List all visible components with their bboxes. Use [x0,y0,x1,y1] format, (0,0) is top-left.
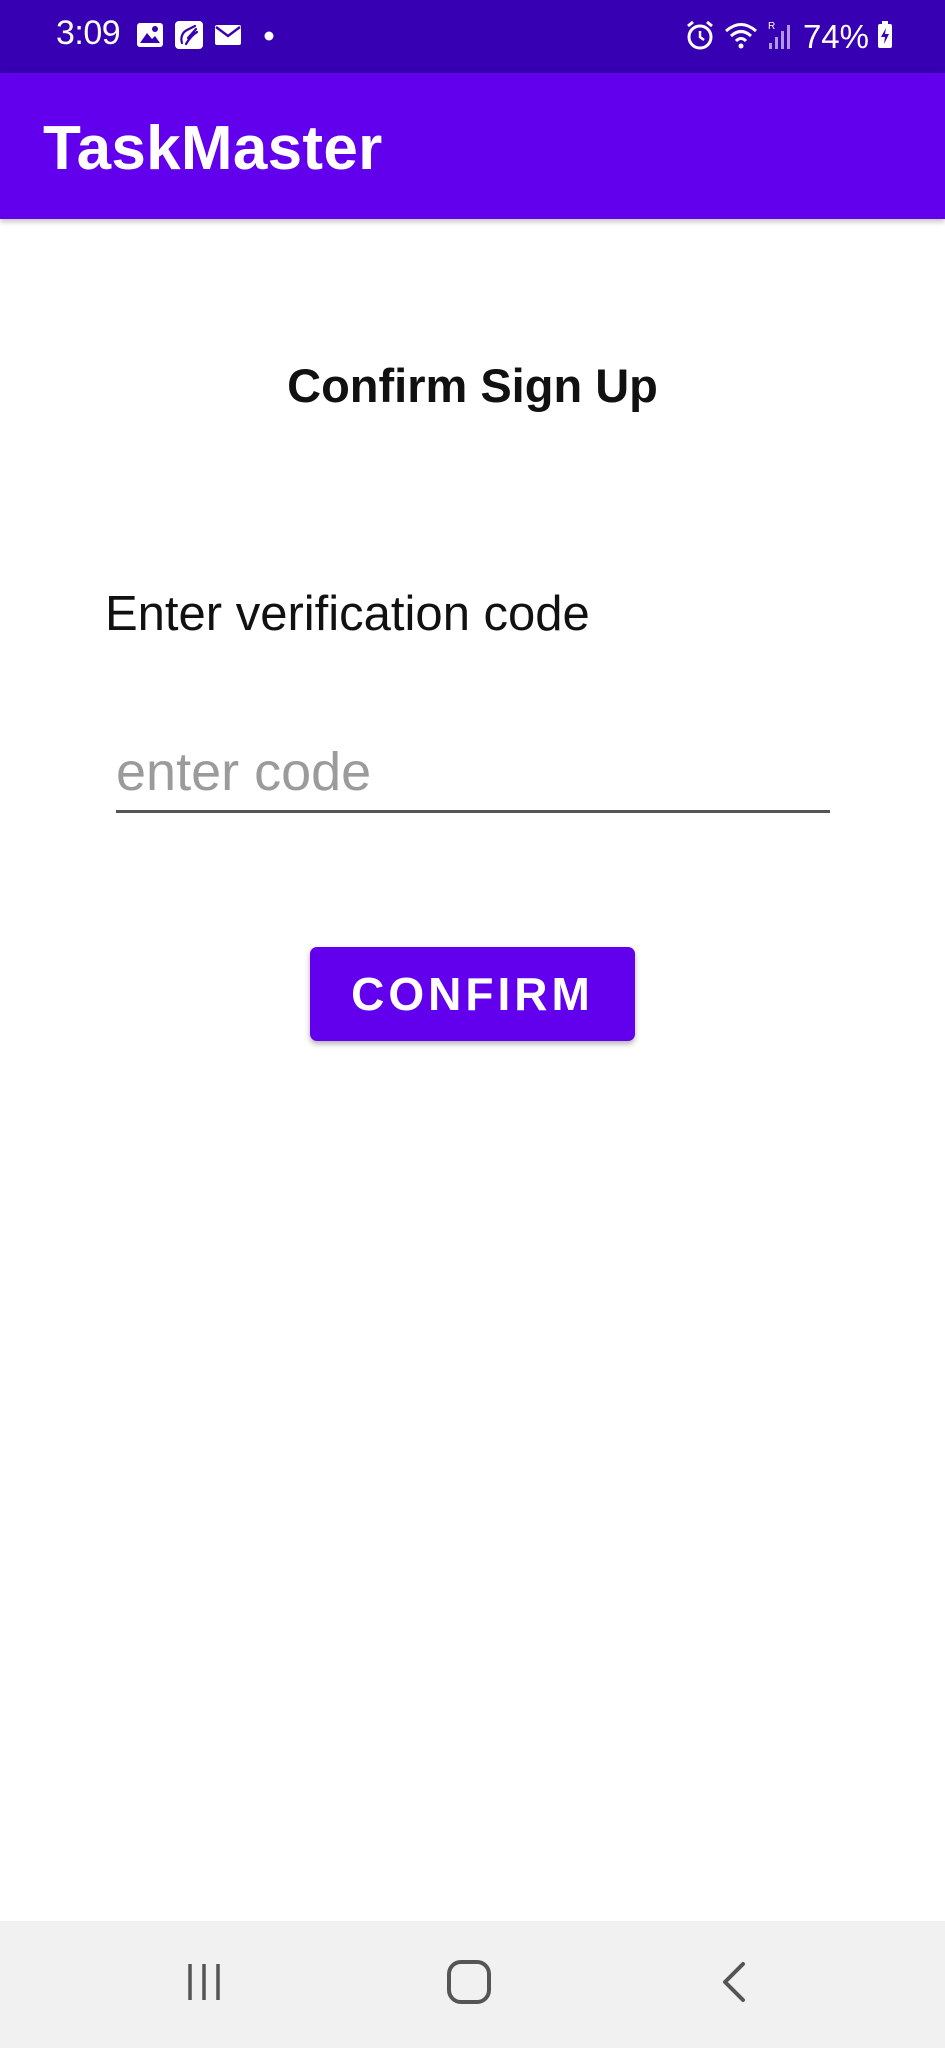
gallery-icon [136,22,164,53]
email-icon [214,24,242,51]
confirm-button[interactable]: CONFIRM [310,947,635,1041]
recents-icon [184,1962,224,2007]
navigation-bar [0,1921,945,2048]
battery-icon [877,20,893,54]
status-time: 3:09 [56,14,121,52]
verification-code-label: Enter verification code [105,587,590,641]
status-notification-icons [136,20,274,55]
status-bar: 3:09 R 74% [0,0,945,73]
back-button[interactable] [654,1921,814,2048]
verification-code-input[interactable] [116,733,830,813]
svg-text:R: R [768,21,775,32]
signal-icon: R [767,19,791,56]
app-bar: TaskMaster [0,73,945,219]
alarm-icon [685,19,715,56]
home-icon [446,1959,492,2010]
back-icon [719,1960,749,2009]
sign-language-icon [174,20,204,55]
dot-icon [264,28,274,46]
page-title: Confirm Sign Up [287,359,658,412]
battery-percent: 74% [802,18,869,55]
status-system-icons: R 74% [685,17,893,57]
app-title: TaskMaster [43,114,383,183]
home-button[interactable] [389,1921,549,2048]
wifi-icon [723,20,759,55]
recents-button[interactable] [124,1921,284,2048]
